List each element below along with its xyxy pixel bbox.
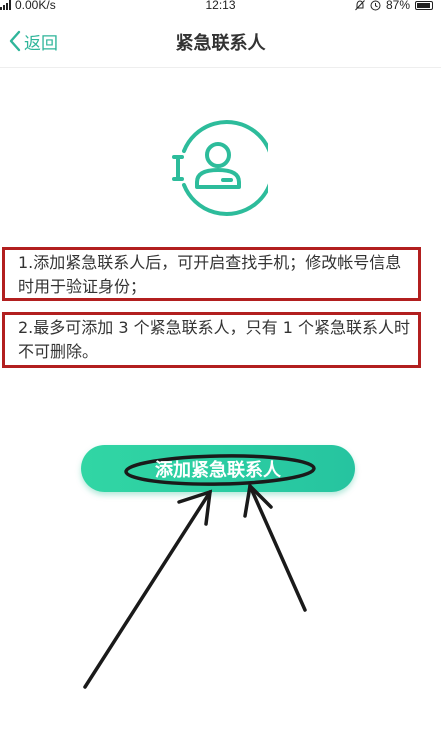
page-title: 紧急联系人 <box>175 33 266 54</box>
add-emergency-contact-label: 添加紧急联系人 <box>155 459 281 481</box>
annotation-arrow-right <box>243 482 307 612</box>
battery-icon <box>415 0 433 10</box>
battery-percent: 87% <box>385 0 410 12</box>
emergency-contact-icon <box>172 120 268 216</box>
annotation-arrow-left <box>83 489 213 689</box>
status-right: 87% <box>355 0 433 11</box>
info-text-1: 1.添加紧急联系人后，可开启查找手机；修改帐号信息时用于验证身份； <box>18 253 402 296</box>
mute-icon <box>355 0 365 10</box>
info-text-2: 2.最多可添加 3 个紧急联系人，只有 1 个紧急联系人时不可删除。 <box>18 318 410 361</box>
nav-bar: 返回 紧急联系人 <box>0 14 441 68</box>
add-emergency-contact-button[interactable]: 添加紧急联系人 <box>81 445 355 492</box>
status-bar: 0.00K/s 12:13 87% <box>0 0 441 14</box>
emergency-contact-page: 0.00K/s 12:13 87% 返回 紧急联系人 1.添加紧急联系人后，可开… <box>0 0 441 730</box>
info-box-1: 1.添加紧急联系人后，可开启查找手机；修改帐号信息时用于验证身份； <box>2 247 421 301</box>
info-box-2: 2.最多可添加 3 个紧急联系人，只有 1 个紧急联系人时不可删除。 <box>2 312 421 368</box>
alarm-icon <box>370 0 381 10</box>
